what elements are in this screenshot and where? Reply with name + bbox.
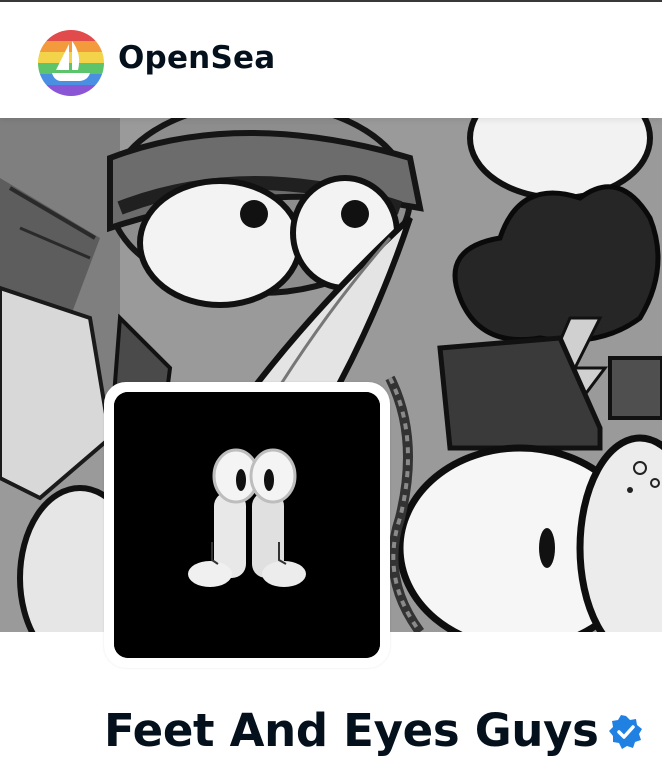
collection-name: Feet And Eyes Guys bbox=[104, 703, 599, 757]
collection-title-row: Feet And Eyes Guys bbox=[104, 700, 643, 760]
site-header: OpenSea bbox=[0, 2, 662, 118]
opensea-logo-icon[interactable] bbox=[38, 30, 104, 96]
brand-name[interactable]: OpenSea bbox=[118, 40, 275, 76]
verified-badge-icon bbox=[608, 715, 643, 749]
feet-and-eyes-guy-icon bbox=[114, 392, 380, 658]
collection-avatar[interactable] bbox=[104, 382, 390, 668]
